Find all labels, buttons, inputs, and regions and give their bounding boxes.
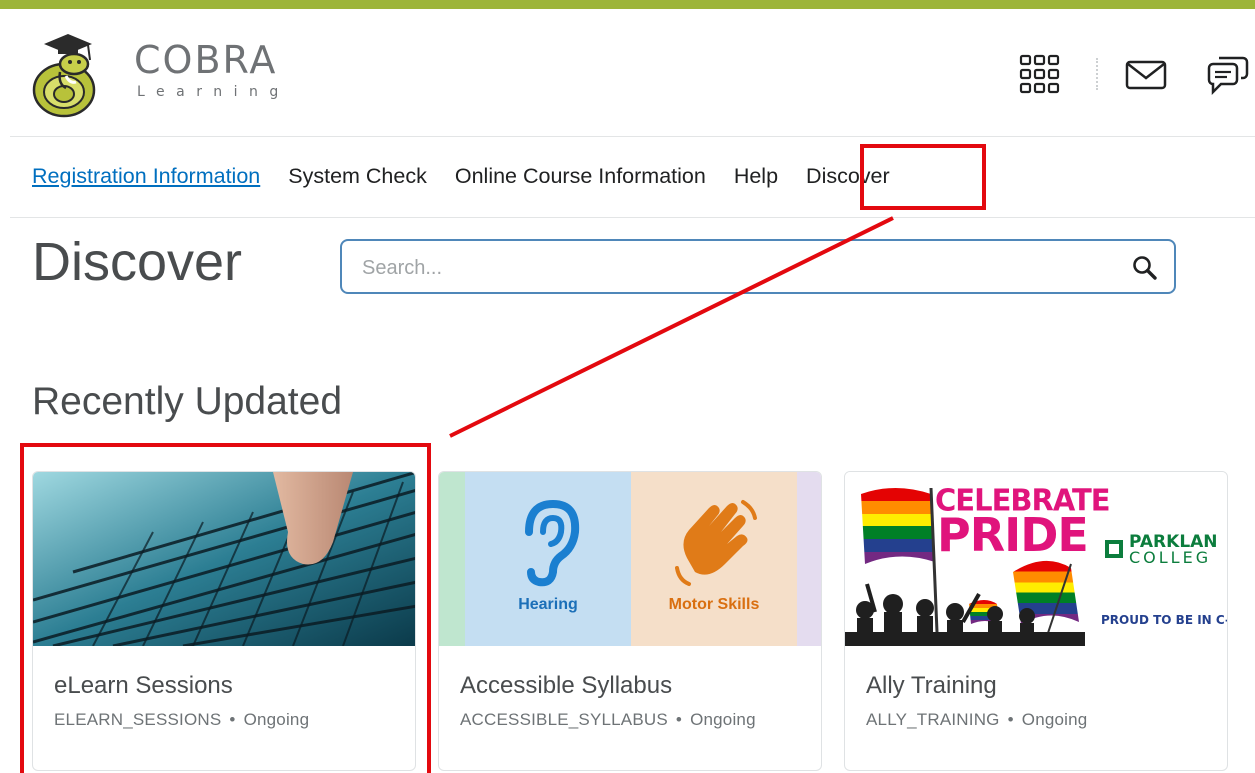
brand-name: COBRA bbox=[134, 38, 278, 82]
search-box bbox=[340, 239, 1176, 294]
course-image-keyboard bbox=[33, 472, 415, 646]
motor-skills-label: Motor Skills bbox=[668, 596, 760, 613]
course-code: ALLY_TRAINING bbox=[866, 710, 1000, 729]
course-title[interactable]: eLearn Sessions bbox=[54, 672, 233, 700]
meta-separator: • bbox=[1007, 710, 1014, 729]
nav-registration-information[interactable]: Registration Information bbox=[32, 164, 260, 189]
course-meta: ACCESSIBLE_SYLLABUS • Ongoing bbox=[460, 710, 756, 730]
main-nav: Registration Information System Check On… bbox=[32, 164, 890, 189]
header-divider bbox=[10, 136, 1255, 137]
hearing-label: Hearing bbox=[518, 596, 578, 613]
brand-subtitle: Learning bbox=[137, 84, 290, 100]
chat-icon[interactable] bbox=[1205, 54, 1249, 98]
course-code: ACCESSIBLE_SYLLABUS bbox=[460, 710, 668, 729]
mail-icon[interactable] bbox=[1124, 54, 1168, 94]
course-meta: ALLY_TRAINING • Ongoing bbox=[866, 710, 1087, 730]
nav-system-check[interactable]: System Check bbox=[288, 164, 427, 189]
nav-online-course-information[interactable]: Online Course Information bbox=[455, 164, 706, 189]
hand-icon bbox=[673, 498, 757, 593]
page-title: Discover bbox=[32, 232, 243, 292]
nav-discover[interactable]: Discover bbox=[806, 164, 890, 189]
course-code: ELEARN_SESSIONS bbox=[54, 710, 222, 729]
search-input[interactable] bbox=[360, 251, 1124, 285]
course-meta: ELEARN_SESSIONS • Ongoing bbox=[54, 710, 309, 730]
app-grid-icon[interactable] bbox=[1019, 54, 1061, 94]
course-status: Ongoing bbox=[690, 710, 756, 729]
ear-icon bbox=[509, 498, 589, 593]
course-image-celebrate-pride: CELEBRATE PRIDE PARKLAN COLLEG PROUD TO … bbox=[845, 472, 1227, 646]
course-status: Ongoing bbox=[243, 710, 310, 729]
proud-text: PROUD TO BE IN C-U bbox=[1101, 613, 1227, 627]
section-title: Recently Updated bbox=[32, 380, 343, 423]
course-card-accessible-syllabus[interactable]: Hearing Motor Skills Accessible Syllabus… bbox=[438, 471, 822, 771]
search-icon[interactable] bbox=[1132, 255, 1158, 286]
course-title[interactable]: Ally Training bbox=[866, 672, 997, 700]
nav-divider bbox=[10, 217, 1255, 218]
course-title[interactable]: Accessible Syllabus bbox=[460, 672, 672, 700]
header-separator bbox=[1096, 58, 1098, 90]
pride-text: PRIDE bbox=[937, 508, 1089, 562]
meta-separator: • bbox=[229, 710, 236, 729]
course-image-accessibility: Hearing Motor Skills bbox=[439, 472, 821, 646]
course-status: Ongoing bbox=[1021, 710, 1088, 729]
nav-help[interactable]: Help bbox=[734, 164, 778, 189]
college-name-2: COLLEG bbox=[1129, 548, 1212, 567]
meta-separator: • bbox=[675, 710, 683, 729]
course-card-elearn-sessions[interactable]: eLearn Sessions ELEARN_SESSIONS • Ongoing bbox=[32, 471, 416, 771]
top-accent-bar bbox=[0, 0, 1255, 9]
course-card-ally-training[interactable]: CELEBRATE PRIDE PARKLAN COLLEG PROUD TO … bbox=[844, 471, 1228, 771]
cobra-logo[interactable] bbox=[30, 32, 100, 118]
